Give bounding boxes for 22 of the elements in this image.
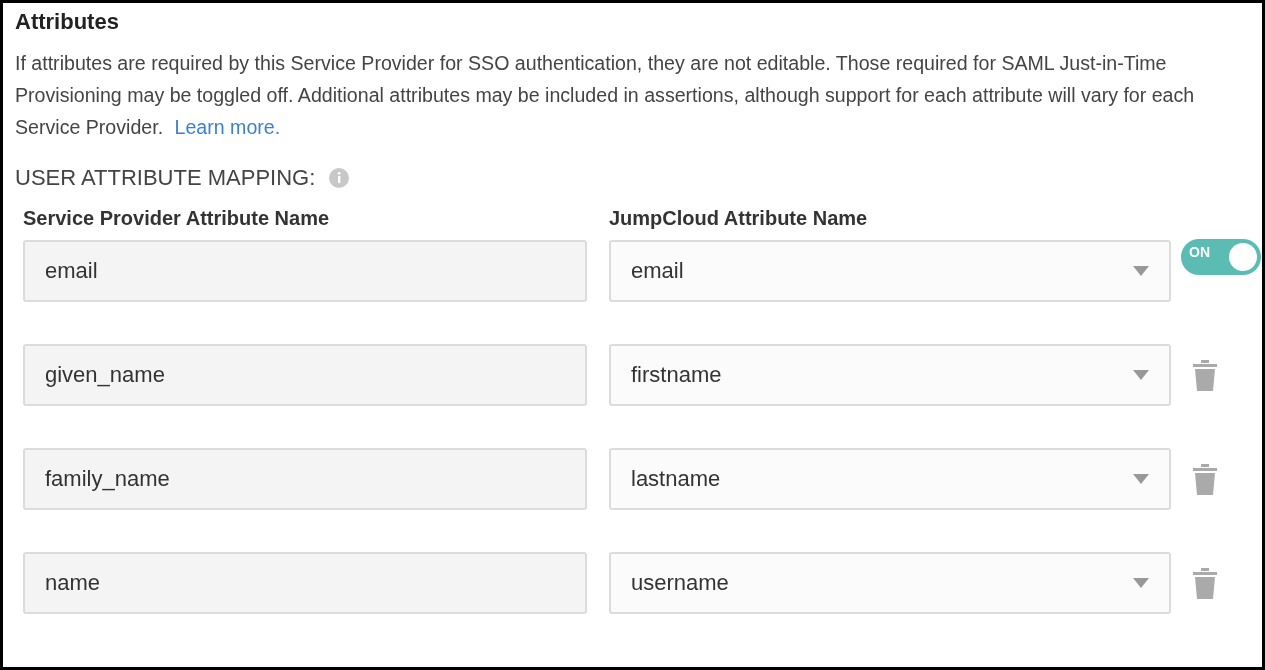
attribute-name-field[interactable]: email xyxy=(23,240,587,302)
attribute-name-field[interactable]: given_name xyxy=(23,344,587,406)
caret-icon xyxy=(1133,266,1149,276)
info-icon[interactable] xyxy=(329,168,350,188)
trash-icon[interactable] xyxy=(1191,566,1219,600)
attribute-dropdown[interactable]: lastname xyxy=(609,448,1171,510)
caret-icon xyxy=(1133,370,1149,380)
attribute-name-field[interactable]: name xyxy=(23,552,587,614)
attribute-dropdown[interactable]: email xyxy=(609,240,1171,302)
column-header: JumpCloud Attribute Name xyxy=(609,207,868,230)
trash-icon[interactable] xyxy=(1191,358,1219,392)
column-header: Service Provider Attribute Name xyxy=(23,207,331,230)
attribute-dropdown[interactable]: firstname xyxy=(609,344,1171,406)
attribute-name-field[interactable]: family_name xyxy=(23,448,587,510)
mapping-label: USER ATTRIBUTE MAPPING: xyxy=(15,165,316,191)
section-title: Attributes xyxy=(15,9,120,35)
description-text: If attributes are required by this Service Provider for SSO authentication, they are not editable. Those required for SAML Just-in-Time Provisioning may be toggled off. Additional attributes may be included in assertions, although support for each attribute will vary for each Service Provider. Learn more. xyxy=(15,51,1196,140)
trash-icon[interactable] xyxy=(1191,462,1219,496)
attribute-dropdown[interactable]: username xyxy=(609,552,1171,614)
learn-more-link[interactable]: Learn more. xyxy=(174,116,281,138)
caret-icon xyxy=(1133,474,1149,484)
caret-icon xyxy=(1133,578,1149,588)
